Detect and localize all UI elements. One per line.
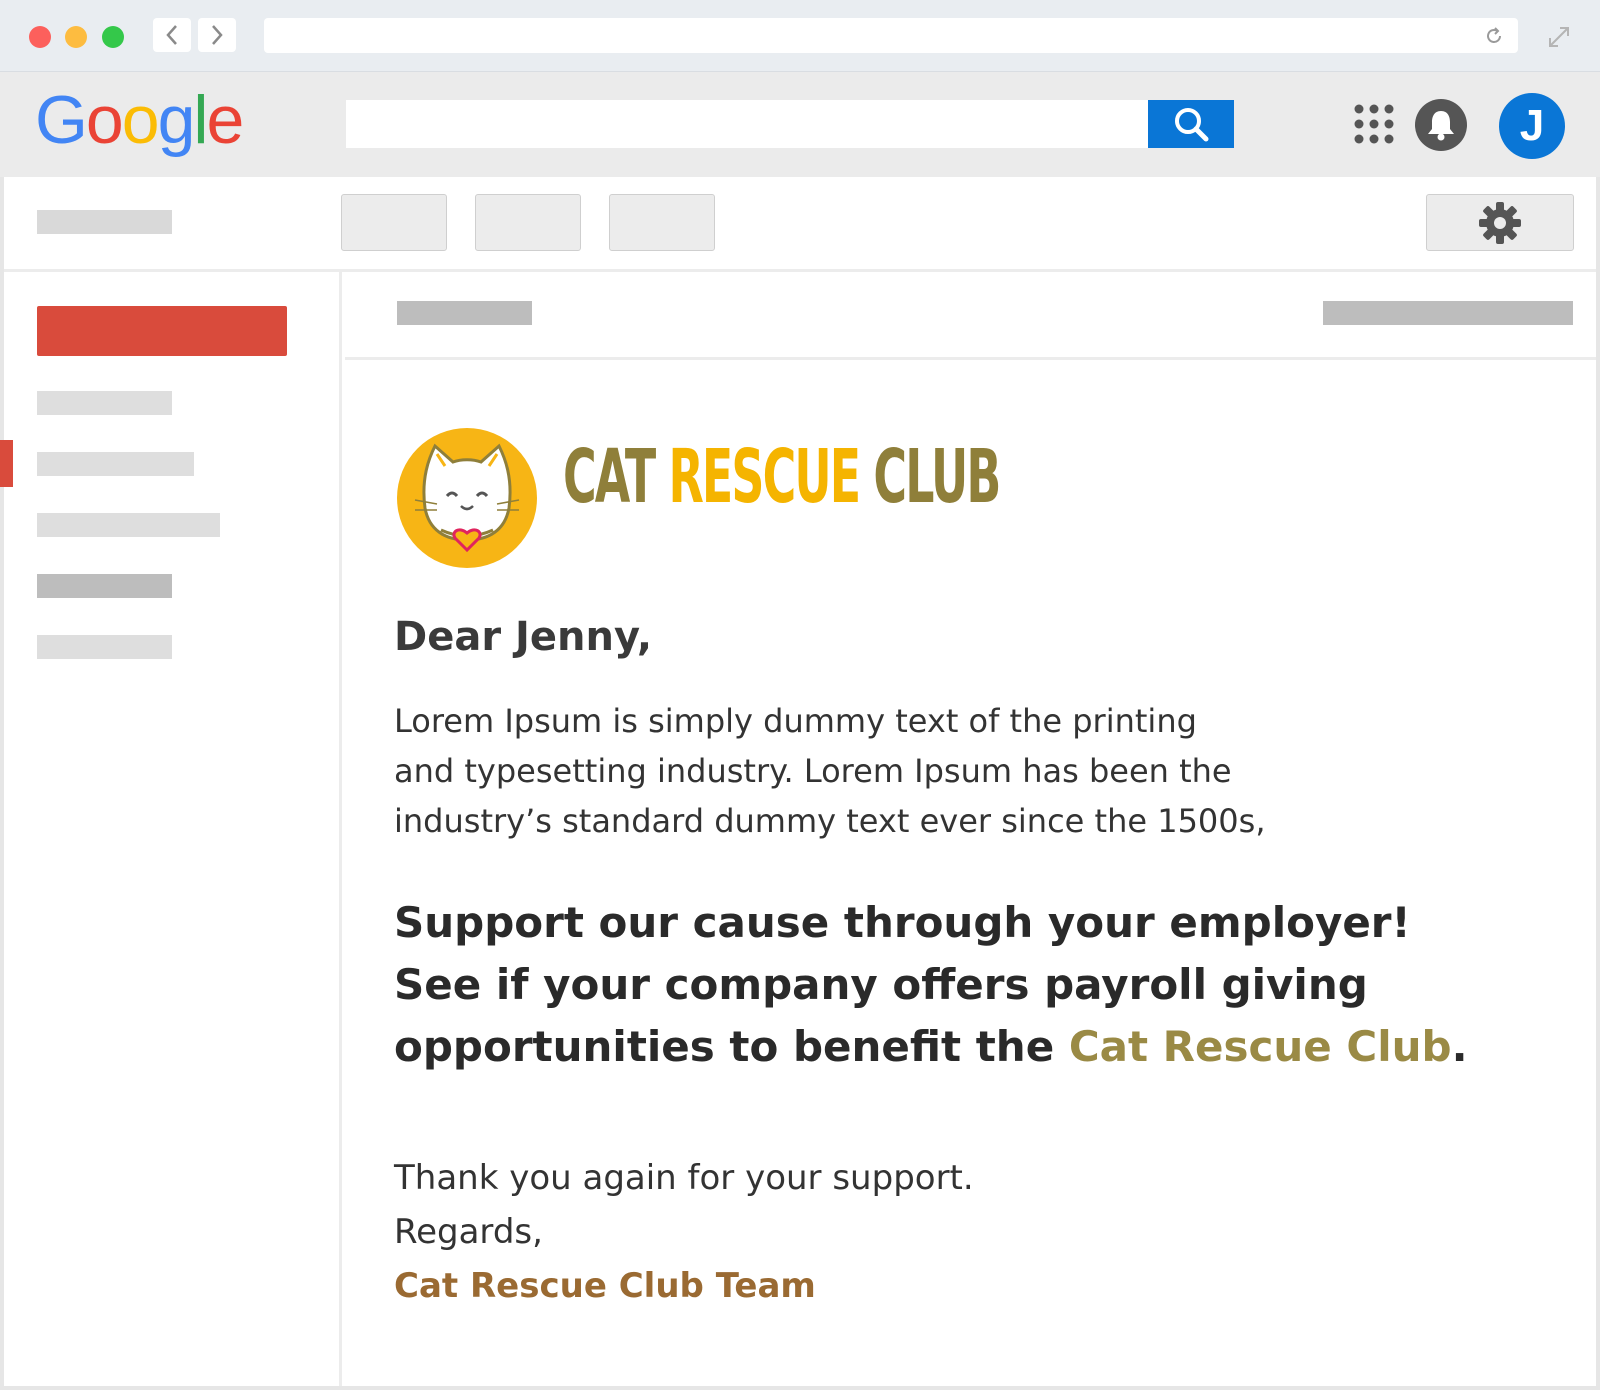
- window-border: [1596, 177, 1600, 1390]
- forward-button[interactable]: [198, 18, 236, 52]
- browser-title-bar: [0, 0, 1600, 72]
- email-thanks: Thank you again for your support.: [394, 1158, 974, 1198]
- window-border: [0, 1386, 1600, 1390]
- sidebar-item[interactable]: [37, 452, 194, 476]
- toolbar-button-1[interactable]: [341, 194, 447, 251]
- cta-line: Support our cause through your employer!: [394, 898, 1411, 947]
- toolbar-button-2[interactable]: [475, 194, 581, 251]
- logo-letter: g: [157, 82, 196, 158]
- app-header: Google J: [0, 72, 1600, 177]
- brand-word-rescue: RESCUE: [668, 434, 861, 520]
- logo-letter: l: [193, 82, 208, 158]
- logo-letter: e: [206, 82, 245, 158]
- reload-icon[interactable]: [1484, 26, 1504, 46]
- brand-word-club: CLUB: [873, 434, 1001, 520]
- cta-period: .: [1451, 1022, 1468, 1071]
- email-greeting: Dear Jenny,: [394, 614, 653, 660]
- maximize-window-button[interactable]: [102, 26, 124, 48]
- date-placeholder: [1323, 301, 1573, 325]
- message-body: CAT RESCUE CLUB Dear Jenny, Lorem Ipsum …: [345, 360, 1596, 1386]
- chevron-right-icon: [212, 25, 223, 45]
- active-folder-indicator: [0, 440, 13, 487]
- call-to-action: Support our cause through your employer!…: [394, 892, 1514, 1078]
- mail-label-placeholder: [37, 210, 172, 234]
- gear-icon: [1479, 201, 1521, 244]
- sender-placeholder: [397, 301, 532, 325]
- sidebar-item[interactable]: [37, 391, 172, 415]
- paragraph-line: and typesetting industry. Lorem Ipsum ha…: [394, 752, 1232, 790]
- sidebar: [0, 272, 342, 1386]
- cta-line: See if your company offers payroll givin…: [394, 960, 1368, 1009]
- paragraph-line: industry’s standard dummy text ever sinc…: [394, 802, 1266, 840]
- brand-word-cat: CAT: [563, 434, 656, 520]
- brand-wordmark: CAT RESCUE CLUB: [563, 440, 1001, 514]
- cta-line: opportunities to benefit the Cat Rescue …: [394, 1016, 1514, 1078]
- toolbar: [4, 177, 1596, 272]
- cat-logo-icon: [397, 428, 537, 568]
- logo-letter: o: [85, 82, 124, 158]
- browser-window: Google J CAT RESCUE CLUB Dear Jenny, Lor…: [0, 0, 1600, 1390]
- sidebar-item[interactable]: [37, 635, 172, 659]
- close-window-button[interactable]: [29, 26, 51, 48]
- logo-letter: o: [121, 82, 160, 158]
- address-bar[interactable]: [264, 18, 1518, 53]
- search-button[interactable]: [1148, 100, 1234, 148]
- cat-rescue-club-link[interactable]: Cat Rescue Club: [1069, 1022, 1452, 1071]
- search-input[interactable]: [346, 100, 1148, 148]
- cta-text: opportunities to benefit the: [394, 1022, 1069, 1071]
- logo-letter: G: [35, 82, 88, 158]
- sidebar-item[interactable]: [37, 574, 172, 598]
- message-header: [345, 272, 1596, 360]
- notifications-button[interactable]: [1415, 99, 1467, 151]
- email-regards: Regards,: [394, 1212, 543, 1252]
- email-signature: Cat Rescue Club Team: [394, 1266, 816, 1306]
- paragraph-line: Lorem Ipsum is simply dummy text of the …: [394, 702, 1197, 740]
- back-button[interactable]: [153, 18, 191, 52]
- chevron-left-icon: [166, 25, 177, 45]
- expand-icon[interactable]: [1546, 24, 1572, 50]
- google-logo[interactable]: Google: [35, 82, 245, 158]
- sidebar-item[interactable]: [37, 513, 220, 537]
- account-avatar[interactable]: J: [1499, 93, 1565, 159]
- compose-button[interactable]: [37, 306, 287, 356]
- search-icon: [1175, 108, 1209, 142]
- toolbar-button-3[interactable]: [609, 194, 715, 251]
- email-paragraph: Lorem Ipsum is simply dummy text of the …: [394, 696, 1404, 846]
- apps-grid-icon[interactable]: [1353, 103, 1395, 145]
- bell-icon: [1428, 111, 1454, 141]
- settings-button[interactable]: [1426, 194, 1574, 251]
- minimize-window-button[interactable]: [65, 26, 87, 48]
